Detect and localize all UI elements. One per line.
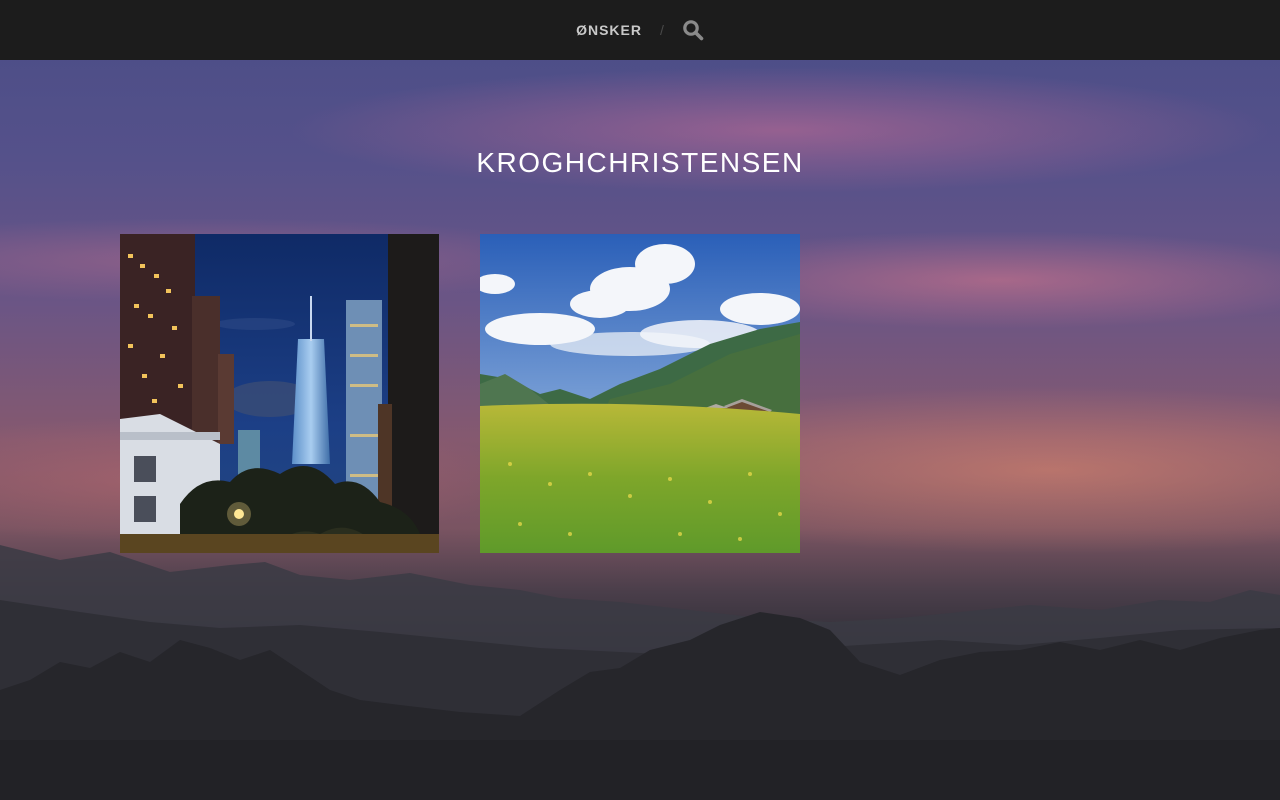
- post-thumbnail-city[interactable]: [120, 234, 439, 553]
- city-skyline-night-photo: [120, 234, 439, 553]
- top-navigation-bar: ØNSKER /: [0, 0, 1280, 60]
- post-thumbnail-meadow[interactable]: [480, 234, 800, 553]
- mountain-meadow-photo: [480, 234, 800, 553]
- nav-separator: /: [660, 22, 664, 38]
- search-icon[interactable]: [682, 19, 704, 41]
- site-title[interactable]: KROGHCHRISTENSEN: [0, 147, 1280, 179]
- nav-link-onsker[interactable]: ØNSKER: [576, 22, 642, 38]
- page: ØNSKER / KROGHCHRISTENSEN: [0, 0, 1280, 800]
